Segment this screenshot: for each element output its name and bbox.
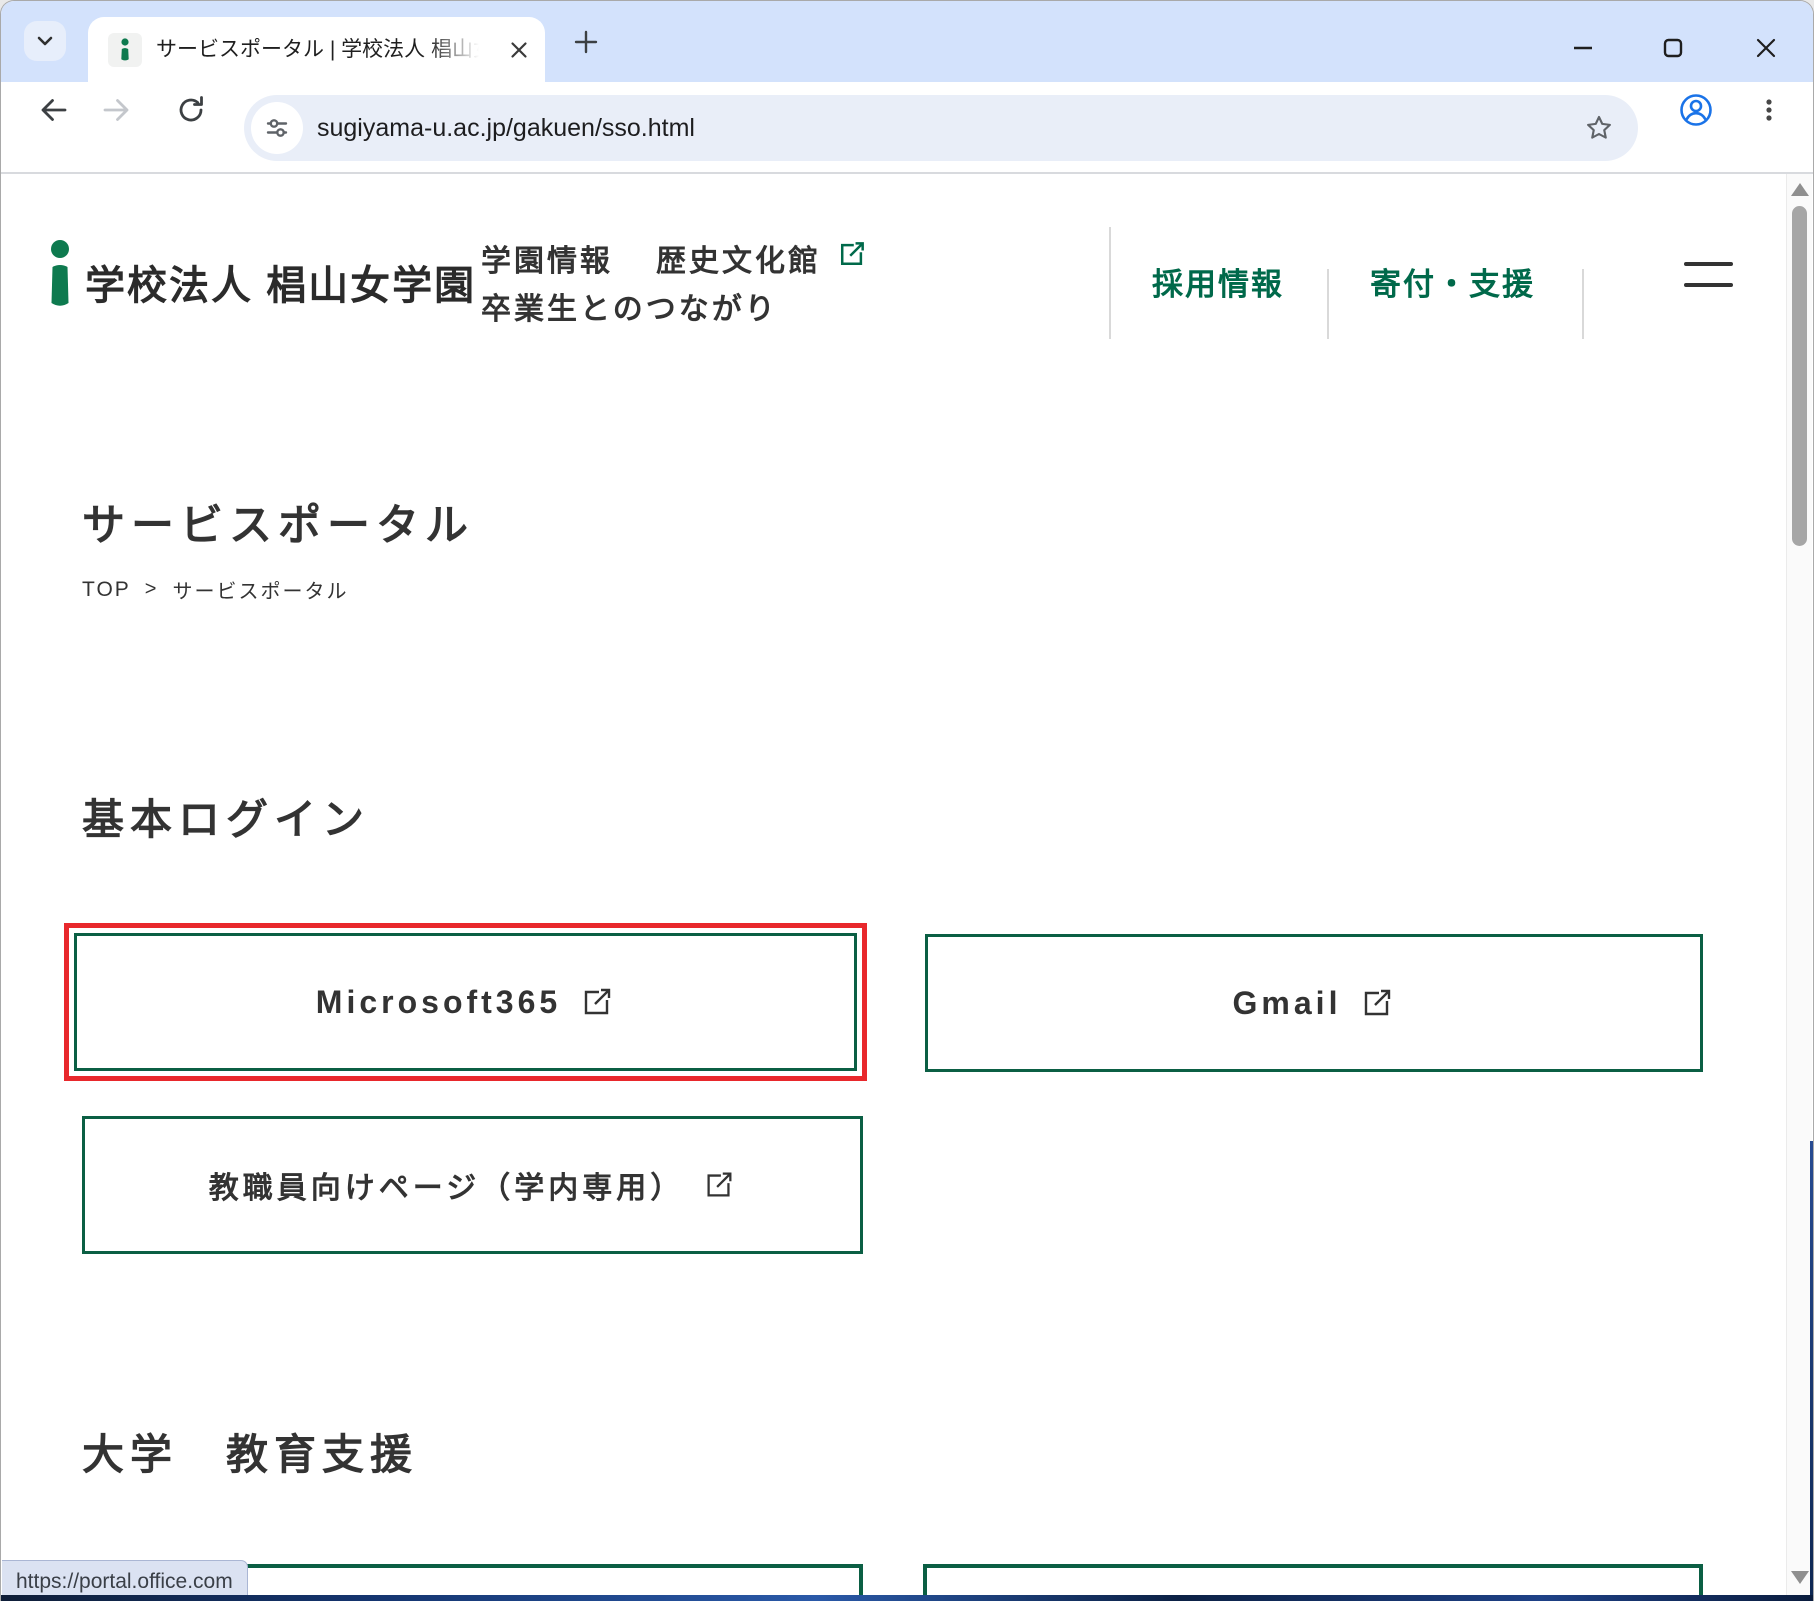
nav-item-gakuen-joho[interactable]: 学園情報 xyxy=(481,236,613,280)
section-heading-univ-support: 大学 教育支援 xyxy=(82,1421,418,1482)
microsoft365-button[interactable]: Microsoft365 xyxy=(74,933,857,1071)
staff-page-button[interactable]: 教職員向けページ（学内専用） xyxy=(82,1116,863,1254)
page-content: 学校法人 椙山女学園 学園情報 歴史文化館 卒業生とのつながり 採用情報 寄付・… xyxy=(1,174,1787,1601)
profile-icon xyxy=(1678,92,1714,128)
reload-button[interactable] xyxy=(173,92,209,128)
site-info-icon xyxy=(264,115,290,141)
hamburger-menu-icon[interactable] xyxy=(1684,259,1733,291)
plus-icon xyxy=(573,29,599,55)
page-scrollbar[interactable] xyxy=(1786,174,1812,1595)
maximize-icon xyxy=(1661,36,1685,60)
browser-menu-button[interactable] xyxy=(1751,92,1787,128)
breadcrumb-current: サービスポータル xyxy=(172,575,348,604)
nav-divider xyxy=(1327,269,1329,339)
section-heading-basic-login: 基本ログイン xyxy=(82,786,370,847)
browser-tab[interactable]: サービスポータル | 学校法人 椙山女 xyxy=(88,17,545,83)
browser-titlebar: サービスポータル | 学校法人 椙山女 xyxy=(1,1,1813,82)
gmail-button[interactable]: Gmail xyxy=(925,934,1703,1072)
url-text[interactable]: sugiyama-u.ac.jp/gakuen/sso.html xyxy=(317,114,1582,143)
tab-title-fade xyxy=(428,23,488,77)
nav-item-kifu-shien[interactable]: 寄付・支援 xyxy=(1370,259,1535,304)
page-title: サービスポータル xyxy=(82,491,474,553)
back-icon xyxy=(36,93,70,127)
highlight-outline: Microsoft365 xyxy=(64,923,867,1081)
external-link-icon xyxy=(702,1168,736,1202)
menu-dots-icon xyxy=(1755,96,1783,124)
desktop-edge xyxy=(1,1595,1813,1601)
external-link-icon xyxy=(1359,985,1395,1021)
breadcrumb-top-link[interactable]: TOP xyxy=(82,578,131,602)
bookmark-button[interactable] xyxy=(1582,111,1616,145)
minimize-icon xyxy=(1571,36,1595,60)
scrollbar-down-icon[interactable] xyxy=(1791,1571,1809,1584)
window-minimize-button[interactable] xyxy=(1566,31,1600,65)
nav-item-sotsugyosei[interactable]: 卒業生とのつながり xyxy=(481,284,778,328)
browser-window: サービスポータル | 学校法人 椙山女 xyxy=(0,0,1814,1601)
site-info-button[interactable] xyxy=(251,102,303,154)
nav-divider xyxy=(1109,227,1111,339)
microsoft365-label: Microsoft365 xyxy=(316,984,561,1021)
forward-icon xyxy=(100,93,134,127)
scrollbar-thumb[interactable] xyxy=(1792,206,1807,546)
desktop-edge xyxy=(1810,1141,1814,1601)
breadcrumb-separator: > xyxy=(145,578,159,601)
scrollbar-up-icon[interactable] xyxy=(1791,183,1809,196)
tab-close-icon[interactable] xyxy=(507,38,531,62)
new-tab-button[interactable] xyxy=(571,27,601,57)
logo-mark-icon xyxy=(48,240,72,310)
external-link-icon xyxy=(836,238,868,270)
address-bar[interactable]: sugiyama-u.ac.jp/gakuen/sso.html xyxy=(244,95,1638,161)
nav-divider xyxy=(1582,269,1584,339)
breadcrumb: TOP > サービスポータル xyxy=(82,575,348,604)
tab-search-button[interactable] xyxy=(24,21,66,61)
gmail-label: Gmail xyxy=(1233,985,1342,1022)
logo-text[interactable]: 学校法人 椙山女学園 xyxy=(85,253,476,311)
external-link-icon xyxy=(579,984,615,1020)
back-button[interactable] xyxy=(35,92,71,128)
site-favicon-icon xyxy=(108,33,142,67)
site-logo[interactable] xyxy=(48,240,72,310)
bookmark-star-icon xyxy=(1584,113,1614,143)
staff-page-label: 教職員向けページ（学内専用） xyxy=(209,1163,684,1207)
nav-item-saiyo-joho[interactable]: 採用情報 xyxy=(1152,259,1284,304)
reload-icon xyxy=(174,93,208,127)
forward-button[interactable] xyxy=(99,92,135,128)
nav-item-rekishi-bunkakan[interactable]: 歴史文化館 xyxy=(656,236,821,280)
window-close-button[interactable] xyxy=(1749,31,1783,65)
browser-toolbar: sugiyama-u.ac.jp/gakuen/sso.html xyxy=(1,82,1813,174)
profile-button[interactable] xyxy=(1678,92,1714,128)
window-maximize-button[interactable] xyxy=(1656,31,1690,65)
close-icon xyxy=(1754,36,1778,60)
chevron-down-icon xyxy=(34,30,56,52)
status-link-text: https://portal.office.com xyxy=(16,1570,233,1594)
